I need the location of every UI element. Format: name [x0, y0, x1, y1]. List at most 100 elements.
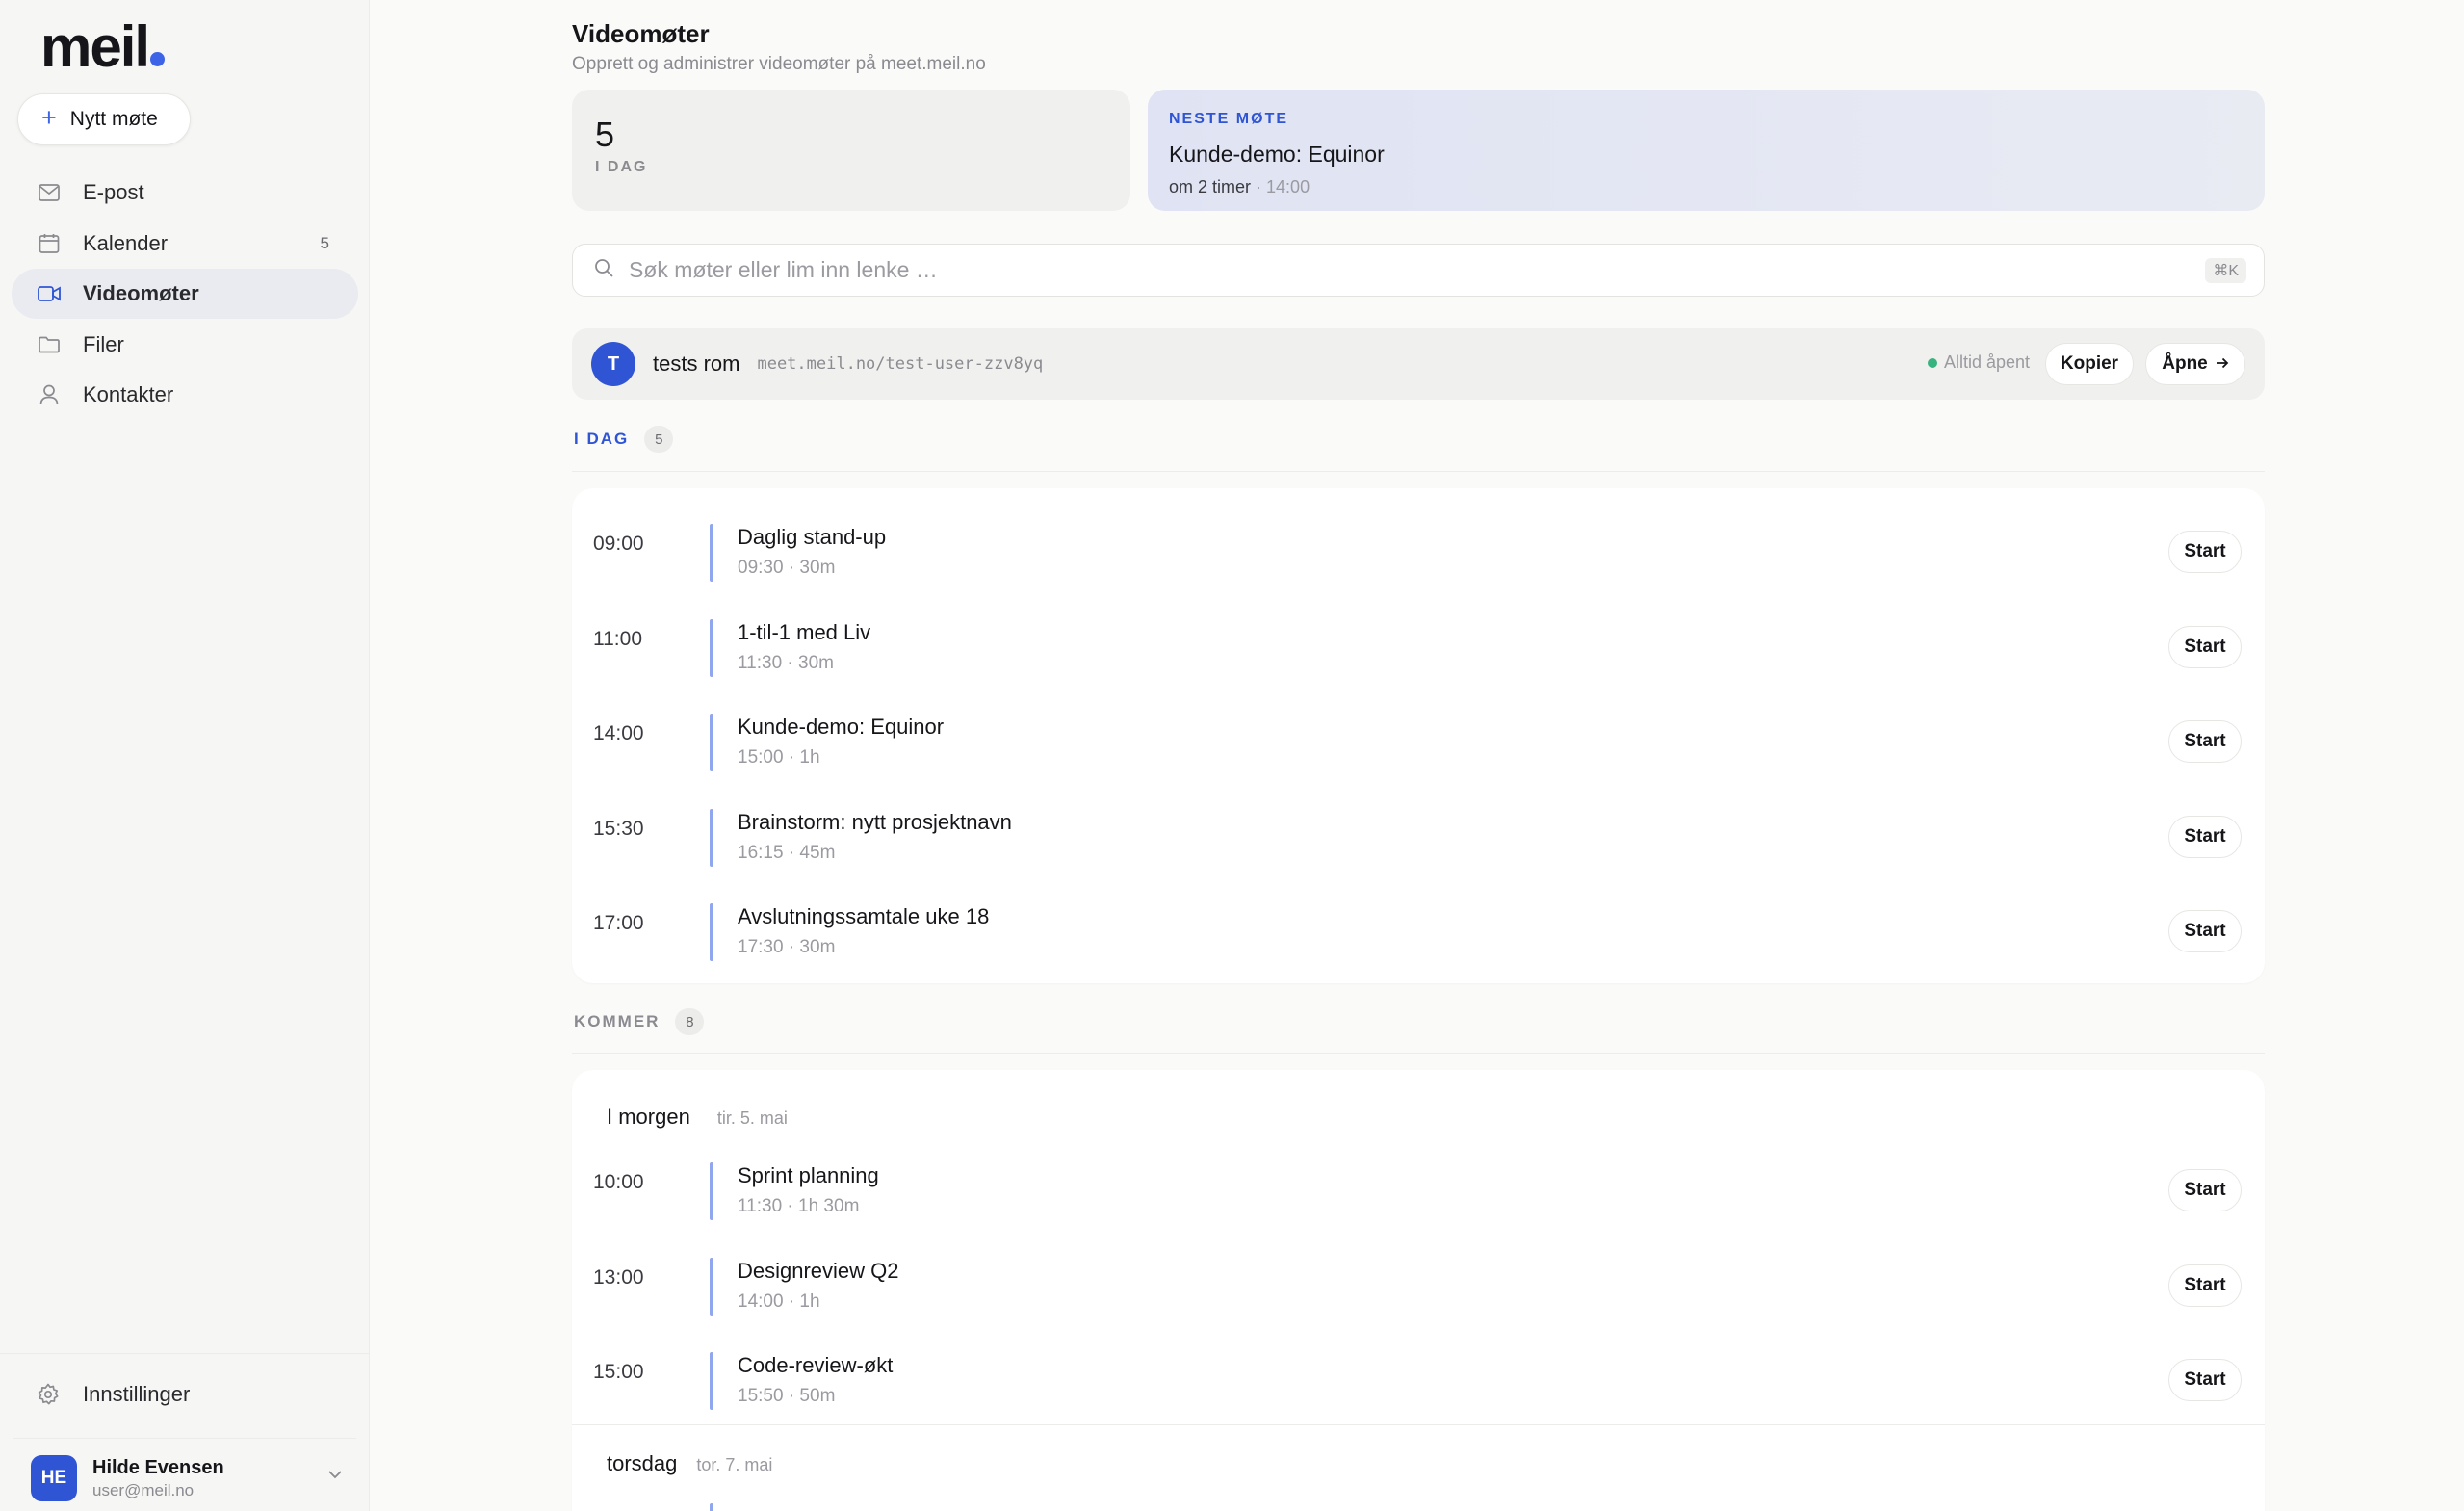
meeting-time: 09:00	[593, 533, 644, 556]
meeting-accent-bar	[710, 524, 713, 582]
meeting-time: 13:00	[593, 1265, 644, 1289]
sidebar-item-label: Kontakter	[83, 382, 174, 406]
sidebar-nav: E-post Kalender 5 Videomøter Filer Konta…	[12, 168, 358, 421]
meeting-time: 11:00	[593, 627, 642, 650]
meeting-row[interactable]: 11:00 1-til-1 med Liv 11:30 · 30m Start	[572, 592, 2265, 688]
start-button[interactable]: Start	[2168, 720, 2242, 763]
divider	[572, 1053, 2265, 1054]
sidebar-item-email[interactable]: E-post	[12, 168, 358, 218]
meeting-meta: 11:30 · 1h 30m	[738, 1196, 860, 1216]
section-header-today: I DAG 5	[574, 426, 674, 453]
logo[interactable]: meil	[40, 13, 166, 80]
room-status: Alltid åpent	[1927, 352, 2030, 373]
user-name: Hilde Evensen	[92, 1456, 224, 1478]
avatar: HE	[31, 1455, 77, 1501]
room-status-text: Alltid åpent	[1943, 352, 2030, 372]
open-room-button[interactable]: Åpne	[2145, 343, 2245, 385]
meeting-time: 15:30	[593, 817, 644, 840]
meeting-row[interactable]: 15:30 Brainstorm: nytt prosjektnavn 16:1…	[572, 782, 2265, 877]
day-header: I morgen tir. 5. mai	[607, 1105, 788, 1130]
divider	[572, 471, 2265, 472]
mail-icon	[37, 180, 62, 205]
day-name: I morgen	[607, 1105, 690, 1129]
personal-room-card: T tests rom meet.meil.no/test-user-zzv8y…	[572, 328, 2265, 400]
separator: ·	[1251, 177, 1267, 196]
keyboard-shortcut: ⌘K	[2205, 258, 2246, 283]
sidebar-item-calendar[interactable]: Kalender 5	[12, 219, 358, 269]
sidebar-item-contacts[interactable]: Kontakter	[12, 370, 358, 420]
section-title: I DAG	[574, 430, 630, 448]
section-title: KOMMER	[574, 1012, 661, 1030]
calendar-count-badge: 5	[320, 233, 329, 252]
meeting-time: 15:00	[593, 1361, 644, 1384]
meeting-row[interactable]: 13:00 Designreview Q2 14:00 · 1h Start	[572, 1231, 2265, 1326]
section-header-upcoming: KOMMER 8	[574, 1008, 705, 1035]
next-meeting-time: 14:00	[1266, 177, 1310, 196]
sidebar-item-label: Filer	[83, 331, 124, 356]
meeting-time: 14:00	[593, 722, 644, 745]
start-button[interactable]: Start	[2168, 1359, 2242, 1401]
meeting-time: 10:00	[593, 1171, 644, 1194]
sidebar-item-files[interactable]: Filer	[12, 320, 358, 370]
new-meeting-label: Nytt møte	[69, 108, 158, 130]
logo-text: meil	[40, 14, 150, 79]
day-date: tor. 7. mai	[696, 1455, 773, 1474]
next-meeting-label: NESTE MØTE	[1169, 111, 1289, 127]
search-input[interactable]	[629, 257, 2121, 283]
video-icon	[37, 281, 62, 306]
logo-dot	[150, 52, 166, 66]
meeting-title: Code-review-økt	[738, 1353, 894, 1377]
plus-icon: +	[41, 103, 57, 132]
meeting-accent-bar	[710, 1503, 713, 1511]
meeting-row[interactable]: 14:00 Kunde-demo: Equinor 15:00 · 1h Sta…	[572, 687, 2265, 782]
start-button[interactable]: Start	[2168, 1169, 2242, 1211]
status-dot-icon	[1927, 357, 1937, 368]
user-email: user@meil.no	[92, 1480, 195, 1499]
meeting-meta: 09:30 · 30m	[738, 558, 836, 578]
start-button[interactable]: Start	[2168, 815, 2242, 858]
room-url[interactable]: meet.meil.no/test-user-zzv8yq	[757, 354, 1043, 374]
search-icon	[594, 258, 613, 282]
start-button[interactable]: Start	[2168, 625, 2242, 668]
meeting-accent-bar	[710, 1352, 713, 1410]
meeting-accent-bar	[710, 808, 713, 867]
section-count-badge: 5	[644, 426, 674, 453]
sidebar-item-settings[interactable]: Innstillinger	[12, 1369, 358, 1420]
start-button[interactable]: Start	[2168, 1264, 2242, 1307]
chevron-down-icon[interactable]	[327, 1467, 343, 1484]
user-info: Hilde Evensen user@meil.no	[92, 1457, 224, 1500]
divider	[0, 1353, 370, 1354]
divider	[13, 1438, 356, 1439]
room-name: tests rom	[653, 352, 740, 376]
calendar-icon	[37, 231, 62, 256]
new-meeting-button[interactable]: + Nytt møte	[17, 93, 191, 145]
start-button[interactable]: Start	[2168, 910, 2242, 952]
section-count-badge: 8	[675, 1008, 705, 1035]
sidebar: meil + Nytt møte E-post Kalender 5 Video…	[0, 0, 370, 1511]
next-meeting-meta: om 2 timer · 14:00	[1169, 177, 2244, 197]
start-button[interactable]: Start	[2168, 531, 2242, 573]
room-avatar: T	[591, 342, 635, 386]
next-meeting-card[interactable]: NESTE MØTE Kunde-demo: Equinor om 2 time…	[1148, 90, 2265, 211]
sidebar-item-video-meetings[interactable]: Videomøter	[12, 269, 358, 319]
sidebar-item-label: Videomøter	[83, 281, 199, 305]
meeting-meta: 14:00 · 1h	[738, 1290, 820, 1312]
day-meetings: 10:00 Sprint planning 11:30 · 1h 30m Sta…	[572, 1135, 2265, 1420]
settings-label: Innstillinger	[83, 1382, 191, 1406]
copy-link-button[interactable]: Kopier	[2045, 343, 2134, 385]
page-title: Videomøter	[572, 19, 710, 48]
sidebar-item-label: E-post	[83, 180, 144, 204]
meeting-row[interactable]: 15:00 Code-review-økt 15:50 · 50m Start	[572, 1325, 2265, 1420]
divider	[572, 1424, 2265, 1425]
meeting-title: Daglig stand-up	[738, 525, 887, 549]
meeting-accent-bar	[710, 1162, 713, 1220]
meeting-meta: 11:30 · 30m	[738, 652, 834, 673]
meeting-meta: 15:00 · 1h	[738, 747, 820, 768]
day-date: tir. 5. mai	[716, 1108, 788, 1128]
meeting-row[interactable]: 17:00 Avslutningssamtale uke 18 17:30 · …	[572, 876, 2265, 972]
user-menu[interactable]: HE Hilde Evensen user@meil.no	[31, 1454, 349, 1502]
meeting-row[interactable]: 09:00 Daglig stand-up 09:30 · 30m Start	[572, 497, 2265, 592]
meeting-row[interactable]: 10:00 Sprint planning 11:30 · 1h 30m Sta…	[572, 1135, 2265, 1231]
meeting-meta: 16:15 · 45m	[738, 842, 836, 863]
meeting-meta: 15:50 · 50m	[738, 1386, 836, 1406]
